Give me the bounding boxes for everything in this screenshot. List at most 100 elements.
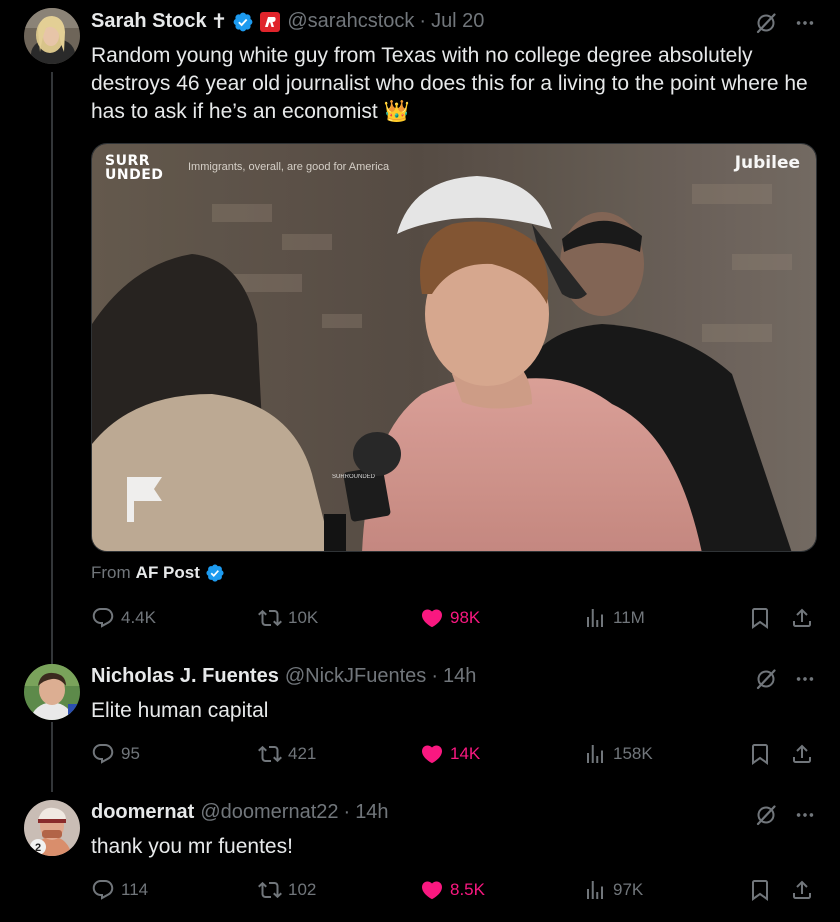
- like-count: 98K: [450, 608, 481, 627]
- author-name[interactable]: Sarah Stock: [91, 10, 207, 33]
- views-icon: [583, 606, 607, 630]
- grok-icon[interactable]: [754, 667, 778, 691]
- reply-button[interactable]: 114: [91, 875, 148, 905]
- verified-badge-icon[interactable]: [232, 11, 254, 33]
- views-count: 97K: [613, 880, 644, 899]
- main-post-actions: 4.4K 10K 98K 11M: [91, 603, 816, 633]
- author-name[interactable]: doomernat: [91, 801, 194, 824]
- video-media[interactable]: SURR UNDED Immigrants, overall, are good…: [91, 143, 817, 552]
- post-date[interactable]: Jul 20: [431, 10, 484, 33]
- video-caption: Immigrants, overall, are good for Americ…: [188, 161, 390, 173]
- share-icon: [790, 878, 814, 902]
- views-icon: [583, 878, 607, 902]
- share-button[interactable]: [790, 875, 814, 905]
- reply-actions: 95 421 14K 158K: [91, 739, 816, 769]
- like-count: 8.5K: [450, 880, 485, 899]
- thread-line: [51, 722, 53, 792]
- reply-count: 4.4K: [121, 608, 156, 627]
- post-text: Random young white guy from Texas with n…: [91, 44, 808, 123]
- bookmark-button[interactable]: [748, 875, 772, 905]
- bookmark-icon: [748, 878, 772, 902]
- repost-icon: [258, 878, 282, 902]
- from-attribution: From AF Post: [91, 563, 225, 583]
- bookmark-icon: [748, 606, 772, 630]
- like-button[interactable]: 8.5K: [420, 875, 485, 905]
- from-account[interactable]: AF Post: [136, 563, 200, 583]
- views-count: 11M: [613, 608, 645, 627]
- share-button[interactable]: [790, 603, 814, 633]
- repost-count: 421: [288, 744, 317, 763]
- heart-icon: [420, 606, 444, 630]
- heart-icon: [420, 742, 444, 766]
- repost-button[interactable]: 10K: [258, 603, 318, 633]
- like-button[interactable]: 14K: [420, 739, 480, 769]
- post-header: doomernat @doomernat22 · 14h: [91, 801, 389, 824]
- heart-icon: [420, 878, 444, 902]
- repost-count: 10K: [288, 608, 319, 627]
- bookmark-button[interactable]: [748, 739, 772, 769]
- author-handle[interactable]: @doomernat22: [200, 801, 338, 824]
- post-date[interactable]: 14h: [443, 665, 476, 688]
- author-handle[interactable]: @sarahcstock: [287, 10, 414, 33]
- reply-post: 2 doomernat @doomernat22 · 14h thank you…: [0, 786, 840, 922]
- views-button[interactable]: 11M: [583, 603, 645, 633]
- views-button[interactable]: 158K: [583, 739, 653, 769]
- show-logo-line1: SURR: [105, 153, 151, 169]
- post-header: Sarah Stock ✝ @sarahcstock · Jul 20: [91, 9, 484, 34]
- show-logo: SURR UNDED: [105, 154, 163, 182]
- post-text: thank you mr fuentes!: [91, 835, 293, 858]
- bookmark-button[interactable]: [748, 603, 772, 633]
- views-button[interactable]: 97K: [583, 875, 643, 905]
- brand-watermark: Jubilee: [734, 153, 800, 173]
- main-post: Sarah Stock ✝ @sarahcstock · Jul 20 Rand…: [0, 0, 840, 684]
- reply-icon: [91, 606, 115, 630]
- reply-button[interactable]: 4.4K: [91, 603, 156, 633]
- mic-label: SURROUNDED: [332, 474, 376, 480]
- views-count: 158K: [613, 744, 653, 763]
- avatar-doomernat[interactable]: 2: [24, 800, 80, 856]
- post-top-actions: [754, 11, 816, 35]
- more-icon[interactable]: [794, 12, 816, 34]
- reply-count: 95: [121, 744, 140, 763]
- reply-post: Nicholas J. Fuentes @NickJFuentes · 14h …: [0, 650, 840, 792]
- grok-icon[interactable]: [754, 11, 778, 35]
- repost-icon: [258, 606, 282, 630]
- affiliate-logo-icon[interactable]: [259, 11, 281, 33]
- reply-icon: [91, 742, 115, 766]
- repost-icon: [258, 742, 282, 766]
- cross-symbol: ✝: [210, 11, 228, 33]
- repost-count: 102: [288, 880, 317, 899]
- post-date[interactable]: 14h: [355, 801, 388, 824]
- separator-dot: ·: [431, 665, 438, 687]
- views-icon: [583, 742, 607, 766]
- repost-button[interactable]: 102: [258, 875, 316, 905]
- post-text: Elite human capital: [91, 699, 269, 722]
- author-handle[interactable]: @NickJFuentes: [285, 665, 426, 688]
- reply-actions: 114 102 8.5K 97K: [91, 875, 816, 905]
- grok-icon[interactable]: [754, 803, 778, 827]
- reply-count: 114: [121, 880, 149, 899]
- avatar-badge-number: 2: [35, 842, 41, 854]
- more-icon[interactable]: [794, 668, 816, 690]
- thread-line: [51, 72, 53, 684]
- post-top-actions: [754, 667, 816, 691]
- reply-icon: [91, 878, 115, 902]
- like-button[interactable]: 98K: [420, 603, 480, 633]
- bookmark-icon: [748, 742, 772, 766]
- separator-dot: ·: [419, 10, 427, 32]
- share-icon: [790, 606, 814, 630]
- avatar-sarah-stock[interactable]: [24, 8, 80, 64]
- avatar-nicholas-fuentes[interactable]: [24, 664, 80, 720]
- show-logo-line2: UNDED: [105, 167, 164, 183]
- post-header: Nicholas J. Fuentes @NickJFuentes · 14h: [91, 665, 476, 688]
- from-prefix: From: [91, 563, 131, 582]
- separator-dot: ·: [343, 801, 351, 823]
- more-icon[interactable]: [794, 804, 816, 826]
- post-top-actions: [754, 803, 816, 827]
- repost-button[interactable]: 421: [258, 739, 316, 769]
- verified-badge-icon: [205, 563, 225, 583]
- reply-button[interactable]: 95: [91, 739, 140, 769]
- share-button[interactable]: [790, 739, 814, 769]
- author-name[interactable]: Nicholas J. Fuentes: [91, 665, 279, 688]
- like-count: 14K: [450, 744, 481, 763]
